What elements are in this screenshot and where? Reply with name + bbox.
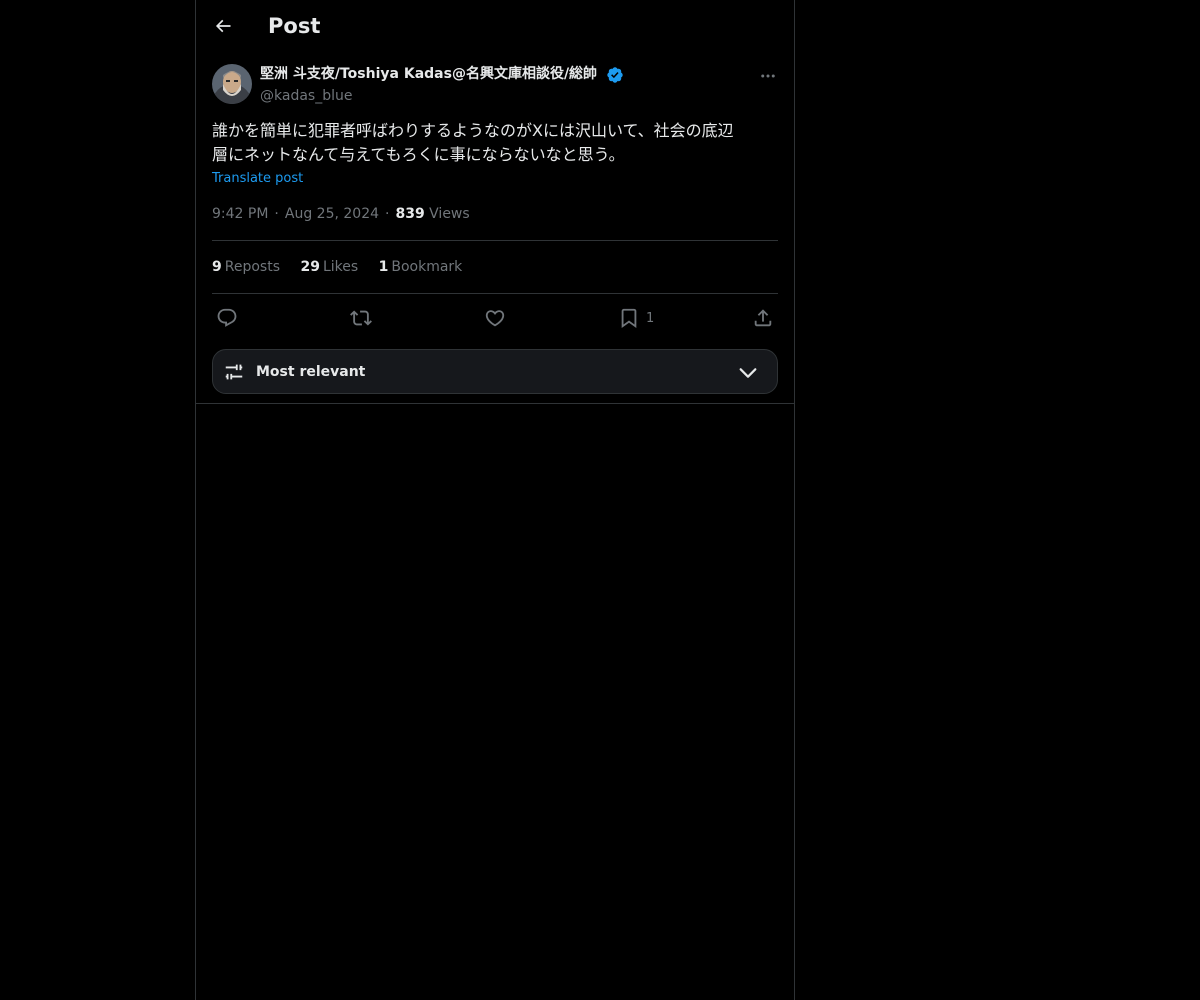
repost-button[interactable] bbox=[350, 304, 372, 332]
like-button[interactable] bbox=[484, 304, 506, 332]
share-button[interactable] bbox=[752, 304, 774, 332]
divider bbox=[212, 293, 778, 294]
bookmarks-stat[interactable]: 1 Bookmark bbox=[379, 259, 463, 275]
more-options-button[interactable] bbox=[756, 64, 780, 88]
bookmark-action-count: 1 bbox=[646, 310, 655, 326]
repost-icon bbox=[350, 310, 372, 326]
post-metadata: 9:42 PM · Aug 25, 2024 · 839 Views bbox=[212, 206, 470, 222]
reply-button[interactable] bbox=[216, 304, 238, 332]
avatar[interactable] bbox=[212, 64, 252, 104]
page-title: Post bbox=[268, 14, 321, 38]
post-detail-column: Post 堅洲 斗支夜/Toshiya Kadas@名興文庫相談役/総帥 @ka… bbox=[195, 0, 795, 1000]
post-text-line: 層にネットなんて与えてもろくに事にならないなと思う。 bbox=[212, 145, 625, 164]
translate-post-link[interactable]: Translate post bbox=[212, 170, 303, 188]
likes-label: Likes bbox=[322, 259, 359, 275]
post-date[interactable]: Aug 25, 2024 bbox=[285, 206, 379, 222]
arrow-left-icon bbox=[215, 19, 231, 33]
views-count: 839 bbox=[395, 206, 425, 222]
heart-icon bbox=[485, 310, 505, 327]
reposts-label: Reposts bbox=[224, 259, 280, 275]
post-text-line: 誰かを簡単に犯罪者呼ばわりするようなのがXには沢山いて、社会の底辺 bbox=[212, 121, 734, 140]
share-icon bbox=[754, 309, 772, 327]
reposts-stat[interactable]: 9 Reposts bbox=[212, 259, 280, 275]
author-display-name[interactable]: 堅洲 斗支夜/Toshiya Kadas@名興文庫相談役/総帥 bbox=[260, 64, 597, 84]
chevron-down-icon bbox=[739, 368, 757, 378]
likes-stat[interactable]: 29 Likes bbox=[300, 259, 358, 275]
bookmarks-label: Bookmark bbox=[391, 259, 463, 275]
reply-sort-dropdown[interactable]: Most relevant bbox=[212, 349, 778, 394]
bookmark-button[interactable]: 1 bbox=[618, 304, 654, 332]
more-horizontal-icon bbox=[761, 74, 775, 78]
views-label: Views bbox=[429, 206, 470, 222]
sort-label: Most relevant bbox=[256, 364, 366, 380]
sliders-icon bbox=[225, 364, 243, 380]
post-text: 誰かを簡単に犯罪者呼ばわりするようなのがXには沢山いて、社会の底辺 層にネットな… bbox=[212, 119, 778, 167]
engagement-stats: 9 Reposts 29 Likes 1 Bookmark bbox=[212, 257, 478, 277]
top-bar: Post bbox=[196, 0, 794, 53]
bookmark-icon bbox=[621, 308, 637, 329]
verified-badge-icon bbox=[607, 67, 623, 83]
divider bbox=[196, 403, 794, 404]
divider bbox=[212, 240, 778, 241]
back-button[interactable] bbox=[208, 11, 238, 41]
likes-count: 29 bbox=[300, 259, 320, 275]
reposts-count: 9 bbox=[212, 259, 222, 275]
bookmarks-count: 1 bbox=[378, 259, 389, 275]
post-time[interactable]: 9:42 PM bbox=[212, 206, 268, 222]
reply-icon bbox=[217, 308, 237, 327]
author-handle[interactable]: @kadas_blue bbox=[260, 86, 352, 106]
